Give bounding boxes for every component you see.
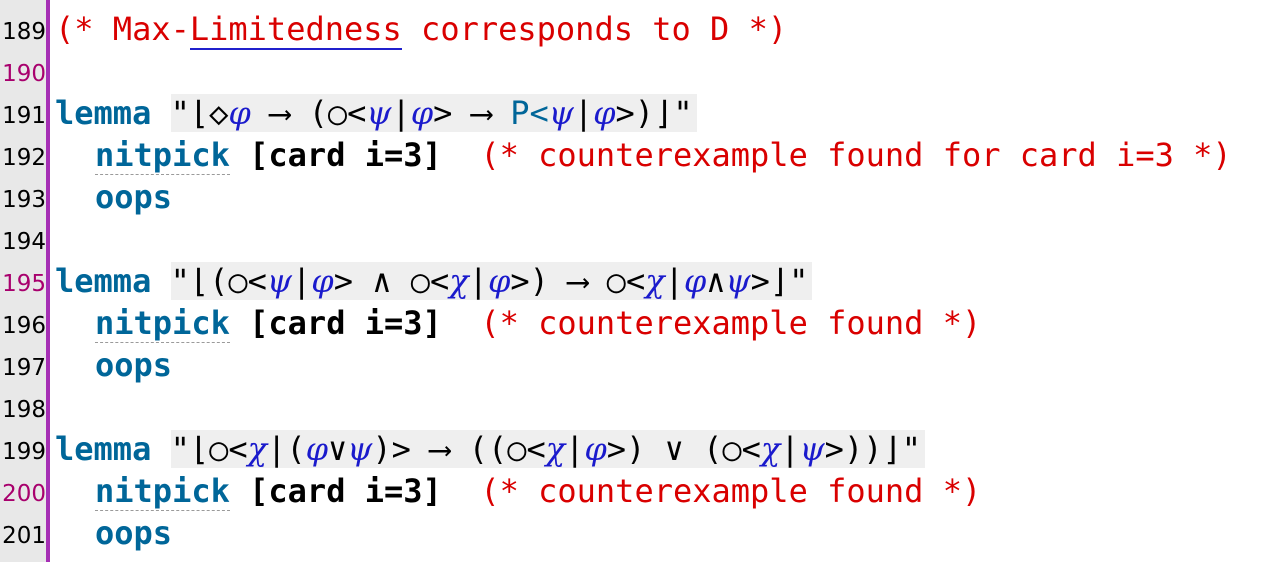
lemma-keyword: lemma xyxy=(55,430,152,468)
lemma-statement: lemma "⌊(○<ψ|φ> ∧ ○<χ|φ>) ⟶ ○<χ|φ∧ψ>⌋" xyxy=(55,260,813,302)
code-line-195[interactable]: 195 lemma "⌊(○<ψ|φ> ∧ ○<χ|φ>) ⟶ ○<χ|φ∧ψ>… xyxy=(0,260,1281,302)
theory-editor[interactable]: 189 (* Max-Limitedness corresponds to D … xyxy=(0,0,1281,562)
line-number: 192 xyxy=(2,145,46,171)
comment-text: (* counterexample found *) xyxy=(480,304,982,342)
lemma-keyword: lemma xyxy=(55,94,152,132)
code-line-201[interactable]: 201 oops xyxy=(0,512,1281,554)
lemma-term: "⌊○<χ|(φ∨ψ)> ⟶ ((○<χ|φ>) ∨ (○<χ|ψ>))⌋" xyxy=(170,430,925,468)
oops-keyword: oops xyxy=(95,178,173,216)
code-line-190[interactable]: 190 xyxy=(0,50,1281,92)
line-number: 198 xyxy=(2,397,46,423)
line-number: 194 xyxy=(2,229,46,255)
line-number: 200 xyxy=(2,481,46,507)
comment-text: (* Max-Limitedness corresponds to D *) xyxy=(55,10,788,50)
oops-keyword: oops xyxy=(95,346,173,384)
lemma-term: "⌊(○<ψ|φ> ∧ ○<χ|φ>) ⟶ ○<χ|φ∧ψ>⌋" xyxy=(170,262,813,300)
line-number: 195 xyxy=(2,271,46,297)
line-number: 197 xyxy=(2,355,46,381)
code-line-199[interactable]: 199 lemma "⌊○<χ|(φ∨ψ)> ⟶ ((○<χ|φ>) ∨ (○<… xyxy=(0,428,1281,470)
line-number: 201 xyxy=(2,523,46,549)
nitpick-command: nitpick [card i=3] (* counterexample fou… xyxy=(95,136,1232,175)
line-number: 193 xyxy=(2,187,46,213)
code-line-194[interactable]: 194 xyxy=(0,218,1281,260)
code-line-192[interactable]: 192 nitpick [card i=3] (* counterexample… xyxy=(0,134,1281,176)
oops-keyword: oops xyxy=(95,514,173,552)
line-number: 199 xyxy=(2,439,46,465)
code-line-193[interactable]: 193 oops xyxy=(0,176,1281,218)
lemma-statement: lemma "⌊○<χ|(φ∨ψ)> ⟶ ((○<χ|φ>) ∨ (○<χ|ψ>… xyxy=(55,428,925,470)
code-line-196[interactable]: 196 nitpick [card i=3] (* counterexample… xyxy=(0,302,1281,344)
code-line-189[interactable]: 189 (* Max-Limitedness corresponds to D … xyxy=(0,8,1281,50)
code-line-198[interactable]: 198 xyxy=(0,386,1281,428)
comment-text: (* counterexample found for card i=3 *) xyxy=(480,136,1232,174)
line-number: 190 xyxy=(2,61,46,87)
line-number: 196 xyxy=(2,313,46,339)
nitpick-keyword[interactable]: nitpick xyxy=(95,472,230,511)
underlined-word: Limitedness xyxy=(189,10,402,50)
lemma-keyword: lemma xyxy=(55,262,152,300)
code-line-200[interactable]: 200 nitpick [card i=3] (* counterexample… xyxy=(0,470,1281,512)
code-line-197[interactable]: 197 oops xyxy=(0,344,1281,386)
nitpick-command: nitpick [card i=3] (* counterexample fou… xyxy=(95,472,982,511)
nitpick-keyword[interactable]: nitpick xyxy=(95,136,230,175)
line-number: 189 xyxy=(2,19,46,45)
code-line-191[interactable]: 191 lemma "⌊◇φ ⟶ (○<ψ|φ> ⟶ P<ψ|φ>)⌋" xyxy=(0,92,1281,134)
nitpick-command: nitpick [card i=3] (* counterexample fou… xyxy=(95,304,982,343)
lemma-statement: lemma "⌊◇φ ⟶ (○<ψ|φ> ⟶ P<ψ|φ>)⌋" xyxy=(55,92,697,134)
lemma-term: "⌊◇φ ⟶ (○<ψ|φ> ⟶ P<ψ|φ>)⌋" xyxy=(170,94,697,132)
comment-text: (* counterexample found *) xyxy=(480,472,982,510)
line-number: 191 xyxy=(2,103,46,129)
nitpick-keyword[interactable]: nitpick xyxy=(95,304,230,343)
